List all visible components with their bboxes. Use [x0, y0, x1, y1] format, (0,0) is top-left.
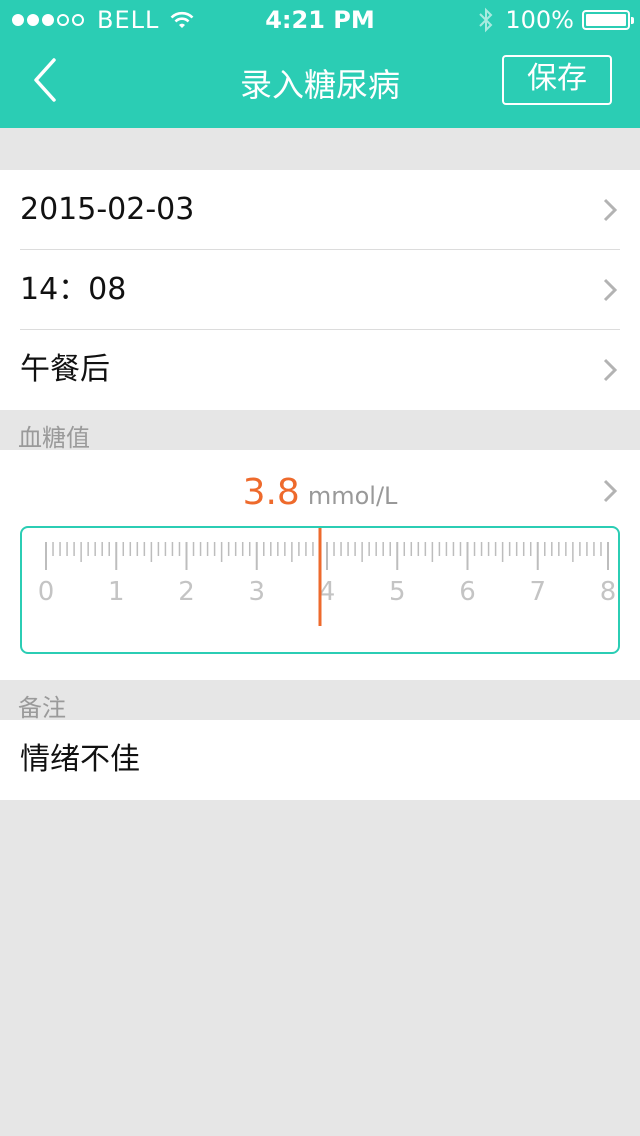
meal-value: 午餐后 [20, 352, 110, 387]
blood-sugar-ruler-slider[interactable]: 012345678 [20, 526, 620, 654]
ruler-tick-label: 2 [178, 577, 195, 607]
carrier-label: BELL [97, 6, 160, 34]
ruler-tick-label: 8 [600, 577, 617, 607]
note-text: 情绪不佳 [20, 742, 140, 777]
note-group[interactable]: 情绪不佳 [0, 720, 640, 800]
signal-dot [57, 14, 69, 26]
note-section-label: 备注 [18, 694, 66, 722]
chevron-right-icon [603, 479, 618, 503]
wifi-icon [170, 11, 194, 28]
blood-sugar-section-label: 血糖值 [18, 424, 90, 452]
ruler-tick-label: 3 [248, 577, 265, 607]
blood-sugar-readout[interactable]: 3.8 mmol/L [0, 472, 640, 513]
record-info-group: 2015-02-03 14：08 午餐后 [0, 170, 640, 410]
time-row[interactable]: 14：08 [0, 250, 640, 330]
signal-dot [72, 14, 84, 26]
bluetooth-icon [479, 7, 493, 33]
date-value: 2015-02-03 [20, 192, 195, 227]
chevron-right-icon [603, 358, 618, 382]
blood-sugar-value: 3.8 [242, 472, 300, 513]
status-bar: BELL 4:21 PM 100% [0, 0, 640, 40]
chevron-right-icon [603, 278, 618, 302]
ruler-tick-label: 5 [389, 577, 406, 607]
signal-dot [42, 14, 54, 26]
signal-strength-icon [12, 14, 87, 26]
signal-dot [27, 14, 39, 26]
ruler-tick-label: 1 [108, 577, 125, 607]
date-row[interactable]: 2015-02-03 [0, 170, 640, 250]
meal-row[interactable]: 午餐后 [0, 330, 640, 410]
blood-sugar-unit: mmol/L [307, 482, 398, 510]
time-value: 14：08 [20, 272, 127, 307]
ruler-tick-label: 0 [38, 577, 55, 607]
signal-dot [12, 14, 24, 26]
save-button[interactable]: 保存 [502, 55, 612, 105]
battery-percent: 100% [505, 6, 574, 34]
ruler-tick-label: 7 [529, 577, 546, 607]
battery-icon [582, 10, 634, 30]
ruler-scale: 012345678 [38, 528, 617, 626]
ruler-tick-label: 6 [459, 577, 476, 607]
back-arrow-icon[interactable] [26, 56, 66, 104]
chevron-right-icon [603, 198, 618, 222]
header-bar: BELL 4:21 PM 100% 录入糖尿病 保存 [0, 0, 640, 128]
